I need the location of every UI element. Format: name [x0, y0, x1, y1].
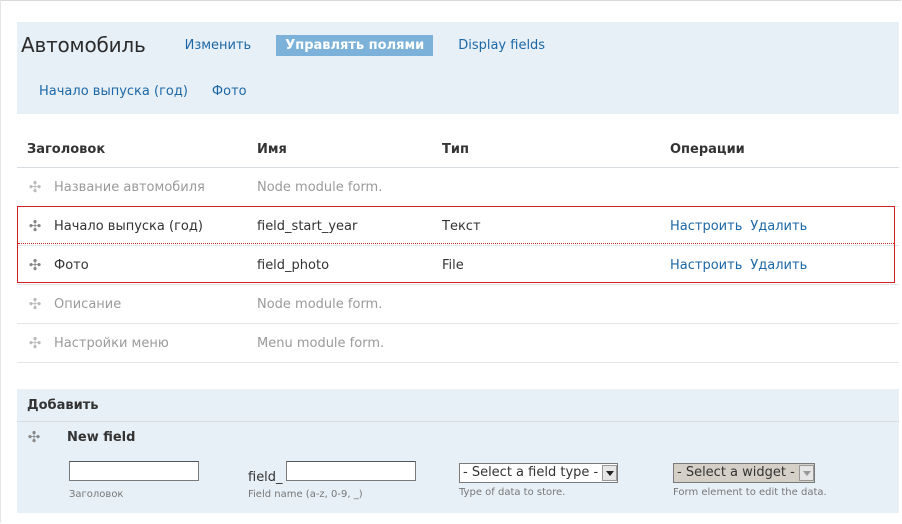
column-header-label: Заголовок [17, 131, 256, 168]
table-header-row: Заголовок Имя Тип Операции [17, 131, 899, 168]
new-field-title: New field [67, 429, 136, 445]
subtab-photo[interactable]: Фото [212, 84, 247, 99]
drag-handle-icon[interactable]: ✣ [17, 323, 53, 363]
row-label: Описание [53, 284, 256, 324]
field-subtabs: Начало выпуска (год) Фото [17, 76, 259, 106]
table-row: ✣ Название автомобиля Node module form. [17, 167, 899, 207]
configure-link[interactable]: Настроить [670, 258, 742, 273]
table-row: ✣ Начало выпуска (год) field_start_year … [17, 206, 899, 246]
row-name: Menu module form. [256, 323, 441, 363]
fields-table: Заголовок Имя Тип Операции ✣ Название ав… [17, 131, 899, 363]
dropdown-arrow-icon [602, 464, 618, 481]
name-input-group: field_ Field name (a-z, 0-9, _) [248, 461, 416, 501]
drag-handle-icon[interactable]: ✣ [17, 284, 53, 324]
field-type-select[interactable]: - Select a field type - [459, 462, 619, 483]
dropdown-arrow-icon [798, 464, 814, 481]
label-input-group: Заголовок [69, 461, 199, 501]
configure-link[interactable]: Настроить [670, 219, 742, 234]
add-field-panel: Добавить ✣ New field Заголовок field_ Fi… [17, 389, 899, 513]
widget-hint: Form element to edit the data. [673, 486, 827, 498]
subtab-start-year[interactable]: Начало выпуска (год) [39, 84, 188, 99]
drag-handle-icon[interactable]: ✣ [17, 245, 53, 285]
row-label: Настройки меню [53, 323, 256, 363]
field-name-hint: Field name (a-z, 0-9, _) [248, 489, 363, 500]
table-row: ✣ Настройки меню Menu module form. [17, 323, 899, 363]
row-operations: Настроить Удалить [669, 245, 899, 285]
new-field-row: ✣ New field [17, 425, 136, 449]
row-type [441, 167, 669, 207]
field-name-input[interactable] [285, 461, 416, 481]
field-type-hint: Type of data to store. [459, 486, 566, 498]
row-type [441, 323, 669, 363]
row-label: Название автомобиля [53, 167, 256, 207]
widget-select-group: - Select a widget - Form element to edit… [673, 461, 827, 501]
row-name: field_start_year [256, 206, 441, 246]
row-operations [669, 284, 899, 324]
field-type-select-value: - Select a field type - [463, 465, 599, 480]
widget-select-value: - Select a widget - [677, 465, 795, 480]
row-operations: Настроить Удалить [669, 206, 899, 246]
row-name: Node module form. [256, 284, 441, 324]
delete-link[interactable]: Удалить [750, 219, 807, 234]
row-name: field_photo [256, 245, 441, 285]
row-label: Фото [53, 245, 256, 285]
row-operations [669, 167, 899, 207]
widget-select[interactable]: - Select a widget - [673, 462, 815, 483]
page-title: Автомобиль [21, 33, 146, 57]
tab-edit[interactable]: Изменить [185, 35, 261, 56]
table-row: ✣ Фото field_photo File Настроить Удалить [17, 245, 899, 285]
label-input[interactable] [69, 461, 199, 481]
tab-display-fields[interactable]: Display fields [449, 35, 554, 56]
row-label: Начало выпуска (год) [53, 206, 256, 246]
drag-handle-icon[interactable]: ✣ [17, 206, 53, 246]
header-panel: Автомобиль Изменить Управлять полями Dis… [17, 22, 899, 114]
column-header-name: Имя [256, 131, 441, 168]
row-name: Node module form. [256, 167, 441, 207]
drag-handle-icon[interactable]: ✣ [17, 167, 53, 207]
field-prefix: field_ [248, 470, 283, 485]
row-type: File [441, 245, 669, 285]
tab-manage-fields[interactable]: Управлять полями [276, 34, 434, 56]
row-operations [669, 323, 899, 363]
delete-link[interactable]: Удалить [750, 258, 807, 273]
table-row: ✣ Описание Node module form. [17, 284, 899, 324]
type-select-group: - Select a field type - Type of data to … [459, 461, 619, 501]
column-header-operations: Операции [669, 131, 899, 168]
row-type: Текст [441, 206, 669, 246]
label-hint: Заголовок [69, 489, 124, 500]
add-heading: Добавить [17, 389, 899, 422]
column-header-type: Тип [441, 131, 669, 168]
row-type [441, 284, 669, 324]
drag-handle-icon[interactable]: ✣ [17, 428, 51, 446]
title-bar: Автомобиль Изменить Управлять полями Dis… [17, 22, 570, 68]
